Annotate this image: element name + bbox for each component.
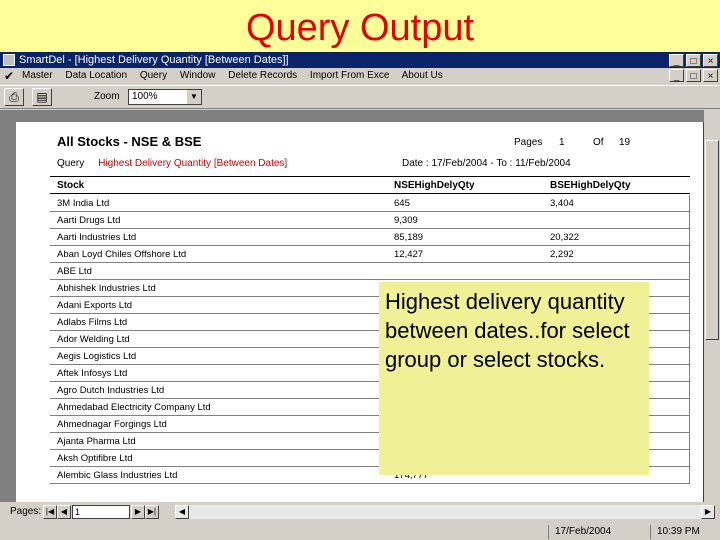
table-row: Aarti Drugs Ltd 9,309 bbox=[50, 212, 690, 229]
status-divider bbox=[548, 525, 549, 539]
menu-about-us[interactable]: About Us bbox=[402, 70, 443, 81]
bse-qty-cell: 20,322 bbox=[550, 232, 580, 243]
maximize-button[interactable]: □ bbox=[686, 54, 701, 67]
child-close-button[interactable]: × bbox=[703, 69, 718, 82]
nse-qty-cell: 12,427 bbox=[394, 249, 424, 260]
of-label: Of bbox=[593, 137, 604, 148]
stock-cell: Aksh Optifibre Ltd bbox=[57, 453, 133, 464]
stock-cell: Abhishek Industries Ltd bbox=[57, 283, 156, 294]
menu-import-from-excel[interactable]: Import From Exce bbox=[310, 70, 389, 81]
page-navigation-bar: Pages: |◀ ◀ 1 ▶ ▶| ◀ ▶ bbox=[0, 503, 720, 521]
menu-bar: ✔ Master Data Location Query Window Dele… bbox=[0, 68, 720, 84]
status-date: 17/Feb/2004 bbox=[555, 526, 612, 537]
window-titlebar[interactable]: SmartDel - [Highest Delivery Quantity [B… bbox=[0, 52, 720, 68]
column-header-stock: Stock bbox=[57, 180, 85, 191]
status-divider bbox=[650, 525, 651, 539]
prev-page-icon[interactable]: ◀ bbox=[57, 505, 71, 519]
close-button[interactable]: × bbox=[703, 54, 718, 67]
menu-delete-records[interactable]: Delete Records bbox=[228, 70, 297, 81]
stock-cell: Aarti Drugs Ltd bbox=[57, 215, 121, 226]
slide-title: Query Output bbox=[245, 7, 475, 49]
chevron-down-icon[interactable]: ▼ bbox=[187, 90, 201, 104]
print-icon[interactable]: ⎙ bbox=[4, 88, 24, 106]
stock-cell: Alembic Glass Industries Ltd bbox=[57, 470, 178, 481]
nse-qty-cell: 9,309 bbox=[394, 215, 418, 226]
nse-qty-cell: 85,189 bbox=[394, 232, 424, 243]
scroll-right-icon[interactable]: ▶ bbox=[701, 505, 715, 519]
callout-box: Highest delivery quantity between dates.… bbox=[379, 282, 649, 475]
zoom-value: 100% bbox=[132, 91, 158, 102]
query-line: Query Highest Delivery Quantity [Between … bbox=[57, 158, 287, 169]
first-page-icon[interactable]: |◀ bbox=[43, 505, 57, 519]
stock-cell: Agro Dutch Industries Ltd bbox=[57, 385, 165, 396]
page-current: 1 bbox=[559, 137, 565, 148]
child-minimize-button[interactable]: _ bbox=[669, 69, 684, 82]
bse-qty-cell: 2,292 bbox=[550, 249, 574, 260]
header-rule-bottom bbox=[50, 193, 690, 194]
stock-cell: Aarti Industries Ltd bbox=[57, 232, 137, 243]
stock-cell: Aegis Logistics Ltd bbox=[57, 351, 137, 362]
callout-text: Highest delivery quantity between dates.… bbox=[385, 289, 630, 372]
stock-cell: Adani Exports Ltd bbox=[57, 300, 132, 311]
menu-master[interactable]: Master bbox=[22, 70, 53, 81]
column-header-bse: BSEHighDelyQty bbox=[550, 180, 631, 191]
query-label: Query bbox=[57, 158, 85, 169]
horizontal-scrollbar[interactable]: ◀ ▶ bbox=[175, 505, 715, 519]
menu-data-location[interactable]: Data Location bbox=[65, 70, 127, 81]
zoom-select[interactable]: 100% ▼ bbox=[128, 89, 202, 105]
window-title: SmartDel - [Highest Delivery Quantity [B… bbox=[19, 54, 289, 66]
scroll-left-icon[interactable]: ◀ bbox=[175, 505, 189, 519]
table-row: 3M India Ltd 645 3,404 bbox=[50, 195, 690, 212]
vertical-scrollbar[interactable] bbox=[704, 110, 720, 502]
table-row: Aarti Industries Ltd 85,189 20,322 bbox=[50, 229, 690, 246]
page-number-input[interactable]: 1 bbox=[72, 505, 130, 519]
stock-cell: Adlabs Films Ltd bbox=[57, 317, 128, 328]
last-page-icon[interactable]: ▶| bbox=[145, 505, 159, 519]
toolbar: ⎙ ▤ Zoom 100% ▼ bbox=[0, 85, 720, 109]
menu-window[interactable]: Window bbox=[180, 70, 216, 81]
zoom-label: Zoom bbox=[94, 91, 120, 102]
scroll-thumb[interactable] bbox=[705, 140, 719, 340]
page-total: 19 bbox=[619, 137, 631, 148]
status-bar: 17/Feb/2004 10:39 PM bbox=[0, 523, 720, 540]
pages-nav-label: Pages: bbox=[10, 506, 42, 517]
table-row: Aban Loyd Chiles Offshore Ltd 12,427 2,292 bbox=[50, 246, 690, 263]
child-restore-button[interactable]: □ bbox=[686, 69, 701, 82]
pages-label: Pages bbox=[514, 137, 543, 148]
query-value: Highest Delivery Quantity [Between Dates… bbox=[98, 158, 288, 169]
stock-cell: 3M India Ltd bbox=[57, 198, 110, 209]
stock-cell: Ador Welding Ltd bbox=[57, 334, 130, 345]
stock-cell: Ahmednagar Forgings Ltd bbox=[57, 419, 167, 430]
document-icon[interactable]: ✔ bbox=[4, 70, 14, 82]
menu-query[interactable]: Query bbox=[140, 70, 167, 81]
app-icon bbox=[3, 54, 15, 66]
stock-cell: Aban Loyd Chiles Offshore Ltd bbox=[57, 249, 187, 260]
report-title: All Stocks - NSE & BSE bbox=[57, 134, 202, 149]
stock-cell: Ahmedabad Electricity Company Ltd bbox=[57, 402, 211, 413]
export-icon[interactable]: ▤ bbox=[32, 88, 52, 106]
header-rule-top bbox=[50, 176, 690, 177]
table-row: ABE Ltd bbox=[50, 263, 690, 280]
nse-qty-cell: 645 bbox=[394, 198, 410, 209]
stock-cell: ABE Ltd bbox=[57, 266, 92, 277]
date-range: Date : 17/Feb/2004 - To : 11/Feb/2004 bbox=[402, 158, 571, 169]
column-header-nse: NSEHighDelyQty bbox=[394, 180, 475, 191]
stock-cell: Ajanta Pharma Ltd bbox=[57, 436, 136, 447]
minimize-button[interactable]: _ bbox=[669, 54, 684, 67]
status-time: 10:39 PM bbox=[657, 526, 700, 537]
stock-cell: Aftek Infosys Ltd bbox=[57, 368, 128, 379]
bse-qty-cell: 3,404 bbox=[550, 198, 574, 209]
next-page-icon[interactable]: ▶ bbox=[131, 505, 145, 519]
